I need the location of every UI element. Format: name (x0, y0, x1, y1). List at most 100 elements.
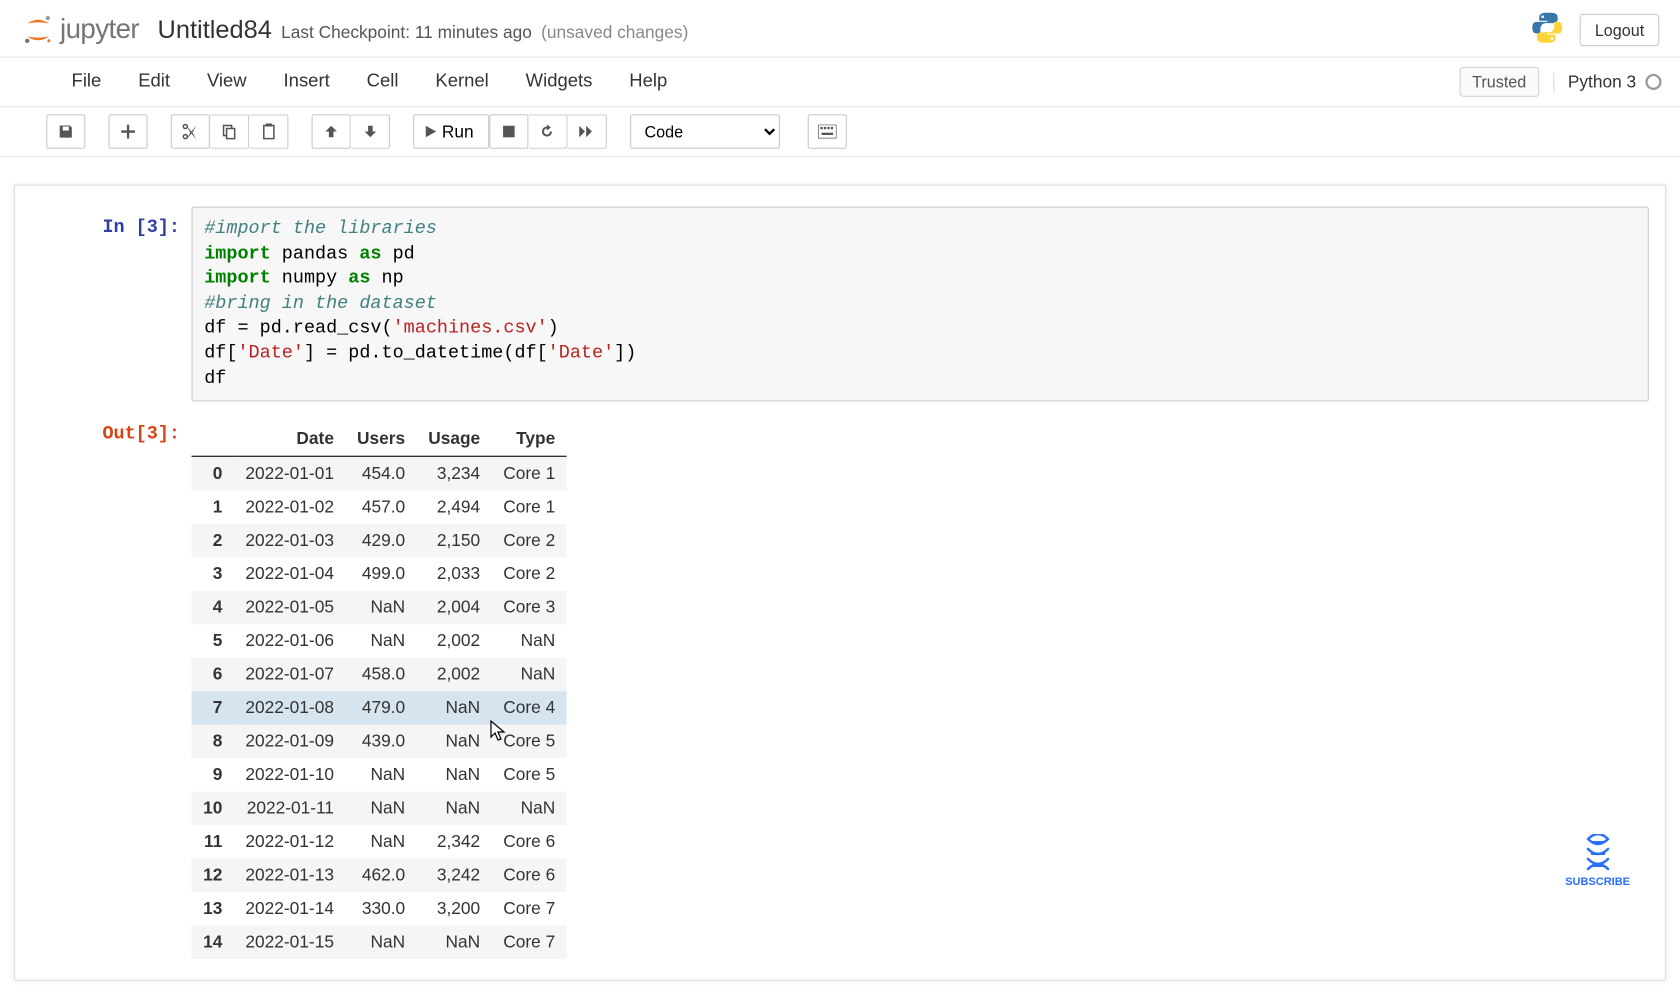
unsaved-text: (unsaved changes) (541, 23, 688, 43)
df-index-cell: 4 (192, 591, 234, 624)
fast-forward-icon (578, 125, 594, 139)
df-cell: Core 6 (492, 859, 567, 892)
menu-widgets[interactable]: Widgets (507, 65, 611, 100)
table-row: 92022-01-10NaNNaNCore 5 (192, 758, 567, 791)
restart-button[interactable] (528, 114, 567, 149)
df-cell: Core 5 (492, 758, 567, 791)
df-cell: 2022-01-01 (234, 457, 346, 491)
kernel-name[interactable]: Python 3 (1568, 72, 1636, 92)
df-cell: 3,234 (417, 457, 492, 491)
df-cell: Core 6 (492, 825, 567, 858)
df-cell: 2022-01-07 (234, 658, 346, 691)
df-cell: Core 1 (492, 457, 567, 491)
df-cell: NaN (345, 758, 416, 791)
output-cell: Out[3]: DateUsersUsageType 02022-01-0145… (24, 418, 1656, 959)
df-index-cell: 8 (192, 725, 234, 758)
input-prompt: In [3]: (24, 207, 191, 402)
df-cell: 462.0 (345, 859, 416, 892)
save-icon (58, 123, 74, 139)
notebook-title[interactable]: Untitled84 (158, 14, 272, 44)
table-row: 22022-01-03429.02,150Core 2 (192, 524, 567, 557)
command-palette-button[interactable] (807, 114, 846, 149)
play-icon (423, 125, 437, 139)
arrow-down-icon (363, 125, 377, 139)
restart-run-all-button[interactable] (567, 114, 606, 149)
df-cell: 479.0 (345, 691, 416, 724)
move-down-button[interactable] (351, 114, 390, 149)
df-cell: Core 1 (492, 491, 567, 524)
subscribe-widget[interactable]: SUBSCRIBE (1565, 834, 1630, 888)
run-button[interactable]: Run (413, 114, 489, 149)
df-cell: 2,342 (417, 825, 492, 858)
insert-cell-button[interactable] (108, 114, 147, 149)
jupyter-logo[interactable]: jupyter (21, 12, 139, 47)
df-cell: 2,033 (417, 557, 492, 590)
menu-view[interactable]: View (188, 65, 265, 100)
df-cell: 499.0 (345, 557, 416, 590)
df-cell: 2022-01-08 (234, 691, 346, 724)
arrow-up-icon (324, 125, 338, 139)
checkpoint-text: Last Checkpoint: 11 minutes ago (281, 23, 532, 43)
menu-bar: FileEditViewInsertCellKernelWidgetsHelp … (0, 58, 1680, 108)
move-up-button[interactable] (312, 114, 351, 149)
df-index-header (192, 422, 234, 456)
code-input-area[interactable]: #import the librariesimport pandas as pd… (192, 207, 1649, 402)
python-logo-icon (1529, 9, 1566, 49)
jupyter-logo-text: jupyter (60, 13, 139, 45)
df-cell: Core 3 (492, 591, 567, 624)
df-index-cell: 7 (192, 691, 234, 724)
df-cell: NaN (492, 658, 567, 691)
df-cell: NaN (345, 926, 416, 959)
df-cell: 2022-01-10 (234, 758, 346, 791)
code-cell[interactable]: In [3]: #import the librariesimport pand… (24, 207, 1656, 402)
toolbar: Run Code (0, 107, 1680, 157)
cut-button[interactable] (171, 114, 210, 149)
save-button[interactable] (46, 114, 85, 149)
df-index-cell: 12 (192, 859, 234, 892)
menu-kernel[interactable]: Kernel (417, 65, 507, 100)
paste-button[interactable] (249, 114, 288, 149)
df-cell: 439.0 (345, 725, 416, 758)
table-row: 132022-01-14330.03,200Core 7 (192, 892, 567, 925)
df-cell: NaN (417, 691, 492, 724)
df-col-type: Type (492, 422, 567, 456)
menu-cell[interactable]: Cell (348, 65, 417, 100)
table-row: 102022-01-11NaNNaNNaN (192, 792, 567, 825)
df-cell: NaN (345, 591, 416, 624)
df-cell: 458.0 (345, 658, 416, 691)
table-row: 12022-01-02457.02,494Core 1 (192, 491, 567, 524)
cell-type-select[interactable]: Code (629, 114, 779, 149)
df-cell: 2022-01-04 (234, 557, 346, 590)
df-cell: 457.0 (345, 491, 416, 524)
df-cell: NaN (417, 792, 492, 825)
plus-icon (121, 125, 135, 139)
table-row: 122022-01-13462.03,242Core 6 (192, 859, 567, 892)
df-index-cell: 11 (192, 825, 234, 858)
kernel-idle-icon[interactable] (1645, 74, 1661, 90)
dataframe-table: DateUsersUsageType 02022-01-01454.03,234… (192, 422, 567, 959)
df-cell: NaN (345, 792, 416, 825)
df-cell: 2022-01-12 (234, 825, 346, 858)
df-cell: 2,002 (417, 624, 492, 657)
copy-button[interactable] (210, 114, 249, 149)
menu-help[interactable]: Help (611, 65, 686, 100)
table-row: 62022-01-07458.02,002NaN (192, 658, 567, 691)
menu-insert[interactable]: Insert (265, 65, 348, 100)
interrupt-button[interactable] (489, 114, 528, 149)
df-cell: NaN (345, 624, 416, 657)
df-index-cell: 0 (192, 457, 234, 491)
df-cell: 2022-01-13 (234, 859, 346, 892)
menu-edit[interactable]: Edit (120, 65, 189, 100)
df-cell: 3,200 (417, 892, 492, 925)
table-row: 52022-01-06NaN2,002NaN (192, 624, 567, 657)
output-prompt: Out[3]: (24, 418, 191, 959)
df-index-cell: 9 (192, 758, 234, 791)
df-index-cell: 2 (192, 524, 234, 557)
table-row: 42022-01-05NaN2,004Core 3 (192, 591, 567, 624)
df-cell: 2022-01-06 (234, 624, 346, 657)
logout-button[interactable]: Logout (1580, 13, 1659, 45)
df-col-usage: Usage (417, 422, 492, 456)
trusted-indicator[interactable]: Trusted (1459, 67, 1539, 97)
menu-file[interactable]: File (53, 65, 120, 100)
df-index-cell: 13 (192, 892, 234, 925)
